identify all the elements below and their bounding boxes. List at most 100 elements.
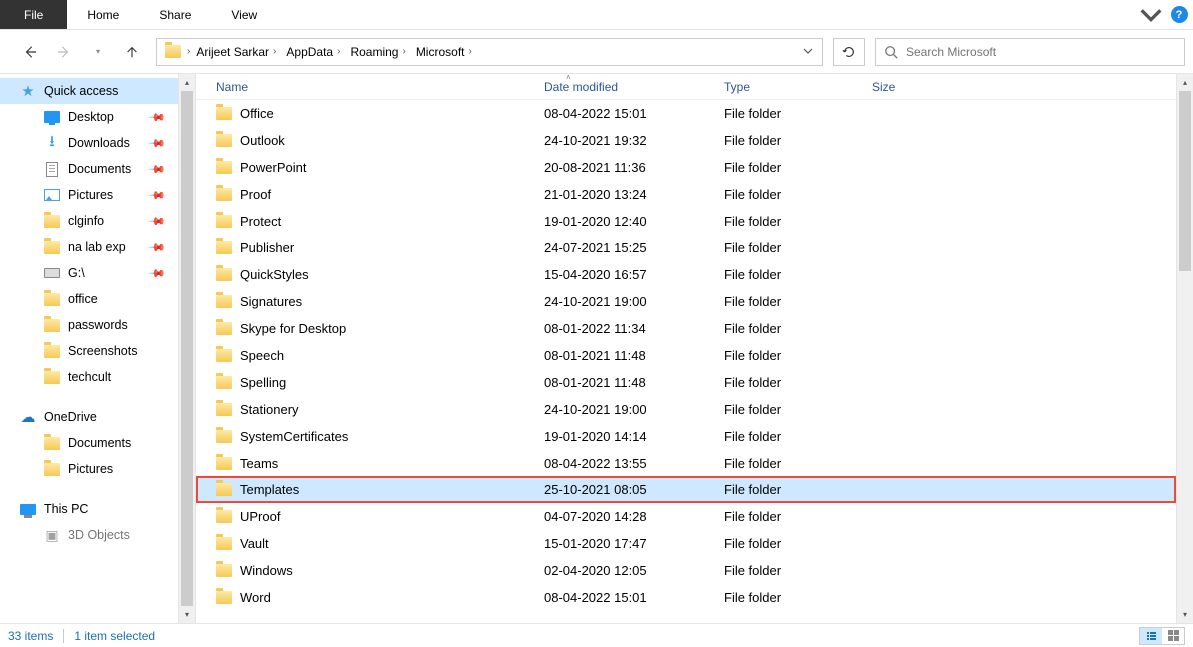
recent-locations-button[interactable]: ▾ (84, 38, 112, 66)
file-row[interactable]: Stationery24-10-2021 19:00File folder (196, 396, 1176, 423)
file-row[interactable]: Windows02-04-2020 12:05File folder (196, 557, 1176, 584)
sidebar-item-label: 3D Objects (68, 528, 130, 542)
tab-file[interactable]: File (0, 0, 67, 29)
search-icon (884, 45, 898, 59)
filelist-scrollbar[interactable]: ▴ ▾ (1176, 74, 1193, 623)
sidebar-scrollbar[interactable]: ▴ ▾ (178, 74, 195, 623)
file-row[interactable]: Teams08-04-2022 13:55File folder (196, 450, 1176, 477)
file-row[interactable]: Skype for Desktop08-01-2022 11:34File fo… (196, 315, 1176, 342)
folder-icon (216, 591, 232, 604)
file-row[interactable]: Protect19-01-2020 12:40File folder (196, 208, 1176, 235)
help-button[interactable]: ? (1165, 0, 1193, 29)
file-row[interactable]: Vault15-01-2020 17:47File folder (196, 530, 1176, 557)
sidebar-item-folder[interactable]: Documents (0, 430, 178, 456)
file-type: File folder (724, 402, 872, 417)
file-row[interactable]: Proof21-01-2020 13:24File folder (196, 181, 1176, 208)
breadcrumb-segment[interactable]: Roaming› (346, 39, 409, 65)
sidebar-item-documents[interactable]: Documents 📌 (0, 156, 178, 182)
sidebar-item-folder[interactable]: techcult (0, 364, 178, 390)
scroll-up-icon[interactable]: ▴ (179, 74, 195, 91)
folder-icon (44, 369, 60, 385)
sidebar-item-desktop[interactable]: Desktop 📌 (0, 104, 178, 130)
downloads-icon: ⭳ (44, 135, 60, 151)
pin-icon: 📌 (148, 108, 167, 127)
scroll-down-icon[interactable]: ▾ (179, 606, 195, 623)
file-date: 24-07-2021 15:25 (544, 240, 724, 255)
sidebar-item-folder[interactable]: na lab exp 📌 (0, 234, 178, 260)
file-row[interactable]: Outlook24-10-2021 19:32File folder (196, 127, 1176, 154)
file-row[interactable]: UProof04-07-2020 14:28File folder (196, 503, 1176, 530)
folder-icon (216, 295, 232, 308)
file-row[interactable]: Word08-04-2022 15:01File folder (196, 584, 1176, 611)
collapse-ribbon-button[interactable] (1137, 0, 1165, 29)
column-header-type[interactable]: Type (724, 80, 872, 94)
file-row[interactable]: Templates25-10-2021 08:05File folder (196, 476, 1176, 503)
sidebar-item-label: na lab exp (68, 240, 126, 254)
column-header-date[interactable]: Date modified (544, 80, 724, 94)
desktop-icon (44, 109, 60, 125)
file-name: Spelling (240, 375, 286, 390)
view-large-icons-button[interactable] (1162, 628, 1184, 644)
back-button[interactable] (16, 38, 44, 66)
tab-home[interactable]: Home (67, 0, 139, 29)
breadcrumb-segment[interactable]: AppData› (282, 39, 344, 65)
view-details-button[interactable] (1140, 628, 1162, 644)
sidebar-item-label: Documents (68, 162, 131, 176)
drive-icon (44, 265, 60, 281)
folder-icon (44, 317, 60, 333)
file-row[interactable]: QuickStyles15-04-2020 16:57File folder (196, 261, 1176, 288)
scroll-down-icon[interactable]: ▾ (1177, 606, 1193, 623)
pin-icon: 📌 (148, 238, 167, 257)
address-dropdown-button[interactable] (798, 45, 818, 59)
sidebar-item-folder[interactable]: passwords (0, 312, 178, 338)
file-row[interactable]: Office08-04-2022 15:01File folder (196, 100, 1176, 127)
column-headers: Name ˄ Date modified Type Size (196, 74, 1176, 100)
folder-icon (216, 134, 232, 147)
sidebar-item-downloads[interactable]: ⭳ Downloads 📌 (0, 130, 178, 156)
column-header-size[interactable]: Size (872, 80, 972, 94)
tab-view[interactable]: View (211, 0, 277, 29)
file-date: 21-01-2020 13:24 (544, 187, 724, 202)
file-row[interactable]: PowerPoint20-08-2021 11:36File folder (196, 154, 1176, 181)
folder-icon (216, 483, 232, 496)
documents-icon (44, 161, 60, 177)
scroll-up-icon[interactable]: ▴ (1177, 74, 1193, 91)
file-row[interactable]: Speech08-01-2021 11:48File folder (196, 342, 1176, 369)
breadcrumb-segment[interactable]: Microsoft› (412, 39, 476, 65)
sidebar-item-folder[interactable]: clginfo 📌 (0, 208, 178, 234)
search-input[interactable] (906, 45, 1176, 59)
file-row[interactable]: Spelling08-01-2021 11:48File folder (196, 369, 1176, 396)
sidebar-item-drive[interactable]: G:\ 📌 (0, 260, 178, 286)
forward-button[interactable] (50, 38, 78, 66)
sidebar-item-this-pc[interactable]: This PC (0, 496, 178, 522)
sidebar-item-label: G:\ (68, 266, 85, 280)
search-box[interactable] (875, 38, 1185, 66)
sidebar-item-folder[interactable]: Pictures (0, 456, 178, 482)
folder-icon (216, 430, 232, 443)
address-bar[interactable]: › Arijeet Sarkar› AppData› Roaming› Micr… (156, 38, 823, 66)
up-button[interactable] (118, 38, 146, 66)
file-type: File folder (724, 321, 872, 336)
scroll-thumb[interactable] (181, 91, 193, 606)
tab-share[interactable]: Share (139, 0, 211, 29)
file-row[interactable]: SystemCertificates19-01-2020 14:14File f… (196, 423, 1176, 450)
file-name: Windows (240, 563, 293, 578)
sidebar-item-pictures[interactable]: Pictures 📌 (0, 182, 178, 208)
column-header-name[interactable]: Name (216, 80, 544, 94)
refresh-button[interactable] (833, 38, 865, 66)
file-row[interactable]: Publisher24-07-2021 15:25File folder (196, 234, 1176, 261)
file-date: 08-04-2022 15:01 (544, 106, 724, 121)
file-row[interactable]: Signatures24-10-2021 19:00File folder (196, 288, 1176, 315)
sidebar-item-folder[interactable]: office (0, 286, 178, 312)
file-date: 24-10-2021 19:00 (544, 294, 724, 309)
breadcrumb-segment[interactable]: Arijeet Sarkar› (192, 39, 280, 65)
file-type: File folder (724, 456, 872, 471)
sidebar-item-3d-objects[interactable]: ▣ 3D Objects (0, 522, 178, 548)
sidebar-item-label: This PC (44, 502, 88, 516)
scroll-thumb[interactable] (1179, 91, 1191, 271)
file-name: Vault (240, 536, 269, 551)
sidebar-item-onedrive[interactable]: ☁ OneDrive (0, 404, 178, 430)
sidebar-item-quick-access[interactable]: ★ Quick access (0, 78, 178, 104)
file-name: Speech (240, 348, 284, 363)
sidebar-item-folder[interactable]: Screenshots (0, 338, 178, 364)
